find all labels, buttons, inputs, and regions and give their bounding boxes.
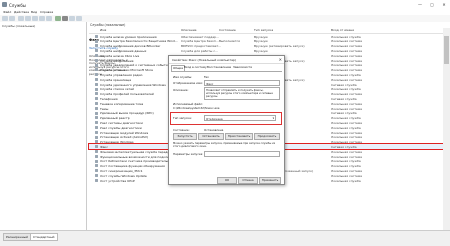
gear-icon: [95, 106, 98, 110]
description-field[interactable]: Позволяет отправлять и получать факсы, и…: [204, 87, 280, 100]
description-label: Описание:: [173, 88, 189, 92]
column-header-name[interactable]: Имя: [100, 28, 106, 32]
display-name-label: Отображаемое имя:: [173, 81, 203, 85]
gear-icon: [95, 111, 98, 115]
gear-icon: [95, 63, 98, 67]
cancel-button[interactable]: Отмена: [238, 177, 258, 184]
gear-icon: [95, 34, 98, 38]
gear-icon: [95, 39, 98, 43]
gear-icon: [95, 87, 98, 91]
title-bar: Службы — ▢ ✕: [0, 0, 450, 9]
display-name-field[interactable]: Факс: [204, 80, 280, 86]
forward-icon[interactable]: [9, 16, 15, 21]
service-name-label: Имя службы:: [173, 75, 193, 79]
menu-action[interactable]: Действие: [14, 10, 29, 14]
status-value: Остановлена: [204, 128, 224, 132]
properties-dialog: Свойства: Факс (Локальный компьютер) ✕ О…: [168, 55, 285, 185]
gear-icon: [95, 135, 98, 139]
scrollbar-thumb[interactable]: [444, 36, 449, 64]
stop-icon[interactable]: [62, 16, 68, 21]
gear-icon: [95, 145, 98, 149]
startup-type-select[interactable]: Отключена ▾: [204, 115, 276, 121]
back-icon[interactable]: [2, 16, 8, 21]
gear-icon: [95, 121, 98, 125]
start-icon[interactable]: [55, 16, 61, 21]
gear-icon: [95, 58, 98, 62]
stop-button[interactable]: Остановить: [198, 133, 224, 140]
gear-icon: [95, 97, 98, 101]
console-tree: Службы (локальные): [0, 22, 87, 230]
start-button[interactable]: Запустить: [173, 133, 197, 140]
dialog-title-bar: Свойства: Факс (Локальный компьютер) ✕: [169, 56, 284, 64]
refresh-icon[interactable]: [32, 16, 38, 21]
menu-help[interactable]: Справка: [40, 10, 53, 14]
gear-icon: [95, 101, 98, 105]
column-header-description[interactable]: Описание: [181, 28, 197, 32]
startup-type-label: Тип запуска:: [173, 116, 192, 120]
startup-params-input[interactable]: [204, 151, 280, 157]
export-icon[interactable]: [39, 16, 45, 21]
tab-extended[interactable]: Расширенный: [3, 233, 31, 241]
resume-button[interactable]: Продолжить: [254, 133, 280, 140]
gear-icon: [95, 49, 98, 53]
view-tabs: Расширенный Стандартный: [0, 230, 450, 246]
gear-icon: [95, 73, 98, 77]
gear-icon: [95, 149, 98, 153]
console-tree-icon[interactable]: [18, 16, 24, 21]
gear-icon: [95, 130, 98, 134]
pause-button[interactable]: Приостановить: [225, 133, 253, 140]
minimize-button[interactable]: —: [414, 0, 426, 9]
restart-icon[interactable]: [76, 16, 82, 21]
chevron-down-icon: ▾: [272, 116, 274, 121]
main-header-title: Службы (локальные): [90, 23, 126, 27]
tree-node-services[interactable]: Службы (локальные): [2, 24, 35, 28]
menu-file[interactable]: Файл: [3, 10, 11, 14]
executable-path-value: C:\Windows\system32\fxssvc.exe: [173, 106, 220, 110]
gear-icon: [95, 92, 98, 96]
tab-dependencies[interactable]: Зависимости: [232, 65, 253, 70]
column-header-logon[interactable]: Вход от имени: [331, 28, 354, 32]
gear-icon: [95, 169, 98, 173]
startup-params-hint: Можно указать параметры запуска, применя…: [173, 142, 276, 149]
services-app-icon: [2, 2, 7, 7]
gear-icon: [95, 159, 98, 163]
tab-logon[interactable]: Вход в систему: [183, 65, 208, 70]
help-icon[interactable]: [46, 16, 52, 21]
dialog-close-icon[interactable]: ✕: [279, 57, 282, 62]
menu-view[interactable]: Вид: [31, 10, 37, 14]
service-name-cell: Хост устройства UPnP: [100, 178, 135, 183]
tab-recovery[interactable]: Восстановление: [206, 65, 232, 70]
gear-icon: [95, 77, 98, 81]
status-label: Состояние:: [173, 128, 190, 132]
properties-icon[interactable]: [25, 16, 31, 21]
pause-icon[interactable]: [69, 16, 75, 21]
column-header-startup-type[interactable]: Тип запуска: [254, 28, 273, 32]
tab-standard[interactable]: Стандартный: [30, 233, 58, 241]
gear-icon: [95, 140, 98, 144]
gear-icon: [95, 154, 98, 158]
close-button[interactable]: ✕: [438, 0, 450, 9]
gear-icon: [95, 173, 98, 177]
gear-icon: [95, 178, 98, 182]
apply-button[interactable]: Применить: [259, 177, 281, 184]
gear-icon: [95, 125, 98, 129]
gear-icon: [95, 82, 98, 86]
window-title: Службы: [9, 2, 26, 8]
gear-icon: [95, 53, 98, 57]
startup-params-label: Параметры запуска:: [173, 152, 204, 156]
dialog-title: Свойства: Факс (Локальный компьютер): [172, 58, 237, 62]
ok-button[interactable]: ОК: [217, 177, 237, 184]
gear-icon: [95, 116, 98, 120]
column-header-status[interactable]: Состояние: [219, 28, 236, 32]
service-logon-cell: Локальная служба: [331, 178, 361, 183]
service-name-value: Fax: [204, 75, 209, 79]
maximize-button[interactable]: ▢: [426, 0, 438, 9]
gear-icon: [95, 44, 98, 48]
gear-icon: [95, 68, 98, 72]
gear-icon: [95, 164, 98, 168]
vertical-scrollbar[interactable]: [443, 28, 450, 230]
